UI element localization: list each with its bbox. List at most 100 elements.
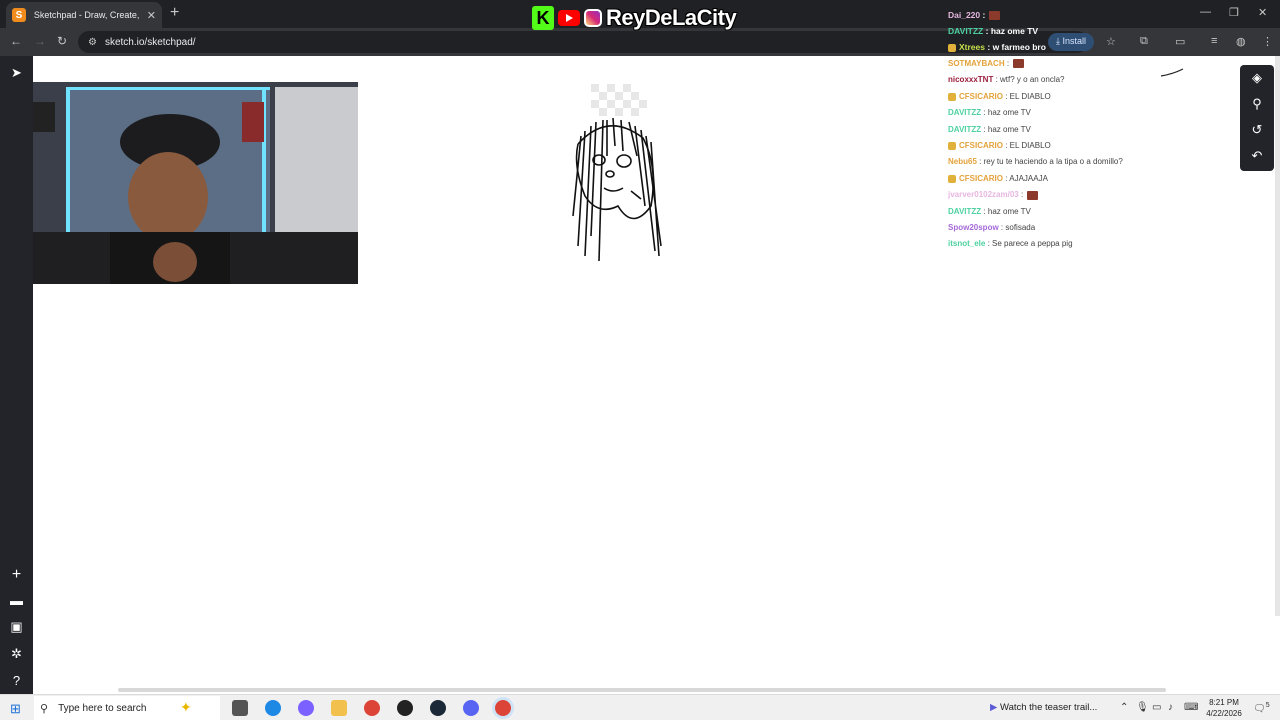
instagram-logo-icon [584,9,602,27]
chat-badge-icon [948,43,956,52]
news-text: Watch the teaser trail... [999,702,1098,713]
chat-username: Spow20spow [948,223,999,232]
chat-message: itsnot_ele : Se parece a peppa pig [948,239,1073,248]
install-label: Install [1062,36,1086,46]
windows-taskbar: ⊞ ⚲ Type here to search ✦ ▶ Watch the te… [0,694,1280,720]
save-icon[interactable]: ▣ [9,619,24,635]
minimize-button[interactable]: — [1200,6,1211,18]
copilot-icon[interactable] [298,700,314,716]
chat-text: : [982,10,986,20]
chat-username: CFSICARIO [959,173,1003,183]
chat-text: : haz ome TV [983,108,1031,118]
more-menu-icon[interactable]: ⋮ [1262,35,1273,48]
file-explorer-icon[interactable] [331,700,347,716]
playlist-icon[interactable]: ≡ [1211,35,1217,47]
notification-icon[interactable]: 🗨5 [1253,702,1270,714]
chat-username: Nebu65 [948,157,977,167]
tab-title: Sketchpad - Draw, Create, Share! [33,10,141,20]
site-info-icon[interactable]: ⚙ [88,37,97,48]
chat-message: DAVITZZ : haz ome TV [948,26,1038,36]
tab-close-icon[interactable]: ✕ [147,9,156,22]
chat-message: Nebu65 : rey tu te haciendo a la tipa o … [948,157,1123,166]
chat-username: CFSICARIO [959,91,1003,101]
windows-start-icon[interactable]: ⊞ [10,701,21,717]
chrome-icon[interactable] [364,700,380,716]
keyboard-icon[interactable]: ⌨ [1184,702,1198,713]
chat-username: jvarver0102zam/03 [948,190,1019,200]
chat-message: CFSICARIO : AJAJAAJA [948,174,1048,183]
chat-message: SOTMAYBACH : [948,59,1025,69]
volume-icon[interactable]: ♪ [1168,702,1173,713]
forward-icon[interactable]: → [34,34,46,48]
close-window-button[interactable]: ✕ [1258,6,1267,19]
edge-icon[interactable] [265,700,281,716]
chat-username: itsnot_ele [948,239,986,249]
right-toolbar: ◈ ⚲ ↺ ↶ [1240,65,1274,171]
chat-username: DAVITZZ [948,124,982,134]
stray-stroke [1160,68,1184,77]
chrome-active-icon[interactable] [495,700,511,716]
chat-text: : AJAJAAJA [1005,173,1048,183]
pointer-icon[interactable]: ➤ [9,65,24,81]
tab-sketchpad[interactable]: S Sketchpad - Draw, Create, Share! ✕ [6,2,162,28]
chat-text: : [1006,59,1010,68]
left-toolbar: ➤ + ▬ ▣ ✲ ? [0,56,33,694]
undo-icon[interactable]: ↶ [1249,148,1265,164]
face-sketch [572,117,662,262]
history-icon[interactable]: ↺ [1249,122,1265,138]
help-icon[interactable]: ? [9,673,24,688]
extensions-icon[interactable]: ⧉ [1140,35,1148,48]
zoom-icon[interactable]: ⚲ [1249,96,1265,112]
address-bar[interactable]: ⚙ sketch.io/sketchpad/ [78,31,1088,53]
back-icon[interactable]: ← [10,34,22,48]
layers-icon[interactable]: ◈ [1249,70,1265,86]
chat-username: Dai_220 [948,10,981,20]
chat-message: DAVITZZ : haz ome TV [948,125,1031,134]
microphone-icon[interactable]: 🎙 [1136,702,1149,713]
chat-message: DAVITZZ : haz ome TV [948,108,1031,117]
search-placeholder: Type here to search [58,702,147,714]
vertical-scrollbar[interactable] [1275,56,1280,616]
chat-message: CFSICARIO : EL DIABLO [948,141,1051,150]
chat-username: Xtrees [959,42,985,52]
discord-icon[interactable] [463,700,479,716]
cast-icon[interactable]: ▭ [1175,35,1185,48]
stream-overlay: K ReyDeLaCity [532,5,737,31]
search-icon: ⚲ [40,702,49,715]
task-view-icon[interactable] [232,700,248,716]
chat-message: nicoxxxTNT : wtf? y o an oncla? [948,75,1065,84]
steam-icon[interactable] [430,700,446,716]
chat-text: : haz ome TV [983,206,1031,216]
maximize-button[interactable]: ❐ [1229,6,1239,19]
kick-logo-icon: K [532,6,554,30]
chat-emote-icon [1027,190,1039,200]
chat-text: : sofisada [1000,223,1036,232]
chat-text: : Se parece a peppa pig [987,239,1073,249]
reload-icon[interactable]: ↻ [57,34,67,48]
chat-username: SOTMAYBACH [948,59,1005,68]
chat-message: Spow20spow : sofisada [948,223,1035,232]
new-tab-button[interactable]: + [170,5,179,21]
chat-emote-icon [989,11,1001,21]
tray-chevron-icon[interactable]: ⌃ [1120,702,1128,713]
plus-icon[interactable]: + [9,566,24,584]
chat-badge-icon [948,174,956,183]
settings-icon[interactable]: ✲ [9,646,24,662]
chat-badge-icon [948,141,956,150]
game-app-icon[interactable] [397,700,413,716]
profile-icon[interactable]: ◍ [1236,35,1246,48]
chat-username: nicoxxxTNT [948,75,994,85]
clock[interactable]: 8:21 PM 4/22/2026 [1204,697,1244,719]
copilot-sparkle-icon[interactable]: ✦ [180,699,196,715]
chat-text: : rey tu te haciendo a la tipa o a domil… [979,157,1123,167]
horizontal-scrollbar[interactable] [118,688,1166,692]
install-button[interactable]: ⤓ Install [1048,33,1094,51]
bookmark-star-icon[interactable]: ☆ [1106,35,1116,48]
news-widget[interactable]: ▶ Watch the teaser trail... [990,702,1097,713]
notification-count: 5 [1265,702,1270,709]
chat-message: Dai_220 : [948,10,1001,21]
chat-username: DAVITZZ [948,206,982,216]
folder-icon[interactable]: ▬ [9,593,24,608]
chat-text: : EL DIABLO [1005,141,1051,150]
network-icon[interactable]: ▭ [1152,702,1161,713]
